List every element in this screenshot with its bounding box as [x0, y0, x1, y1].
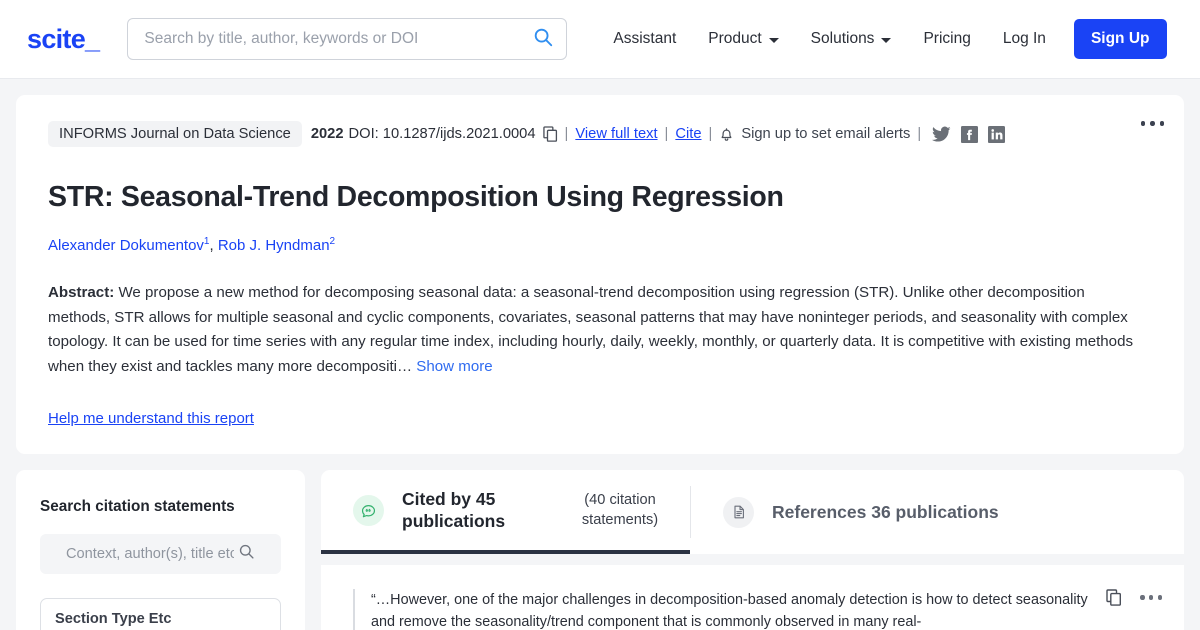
chevron-down-icon [768, 38, 779, 43]
main-nav: Assistant Product Solutions Pricing Log … [597, 19, 1167, 59]
tab-cited-by-sublabel: (40 citation statements) [581, 492, 659, 528]
nav-label: Pricing [923, 30, 971, 47]
citation-statement-card: “…However, one of the major challenges i… [321, 565, 1184, 630]
statement-more-options-icon[interactable] [1140, 595, 1162, 600]
author-link[interactable]: Rob J. Hyndman [218, 237, 330, 254]
global-search[interactable] [127, 18, 568, 60]
citation-search-box[interactable] [40, 534, 281, 574]
tab-bar: Cited by 45 publications (40 citation st… [321, 470, 1184, 554]
site-header: scite_ Assistant Product Solutions Prici… [0, 0, 1200, 79]
separator: | [708, 126, 713, 142]
chevron-down-icon [881, 38, 892, 43]
abstract-label: Abstract: [48, 284, 115, 301]
nav-item-login[interactable]: Log In [987, 30, 1062, 48]
document-icon [723, 496, 754, 528]
help-understand-report-link[interactable]: Help me understand this report [48, 410, 254, 427]
page-body: INFORMS Journal on Data Science 2022 DOI… [0, 79, 1200, 630]
author-link[interactable]: Alexander Dokumentov [48, 237, 204, 254]
abstract-text: We propose a new method for decomposing … [48, 284, 1134, 375]
abstract: Abstract: We propose a new method for de… [48, 281, 1148, 379]
scite-logo[interactable]: scite_ [27, 24, 100, 55]
nav-item-solutions[interactable]: Solutions [795, 30, 908, 48]
sign-up-button[interactable]: Sign Up [1073, 19, 1167, 59]
cite-link[interactable]: Cite [675, 126, 701, 142]
citation-statement-text: “…However, one of the major challenges i… [371, 592, 1088, 630]
citation-search-input[interactable] [66, 546, 234, 562]
tab-cited-by[interactable]: Cited by 45 publications (40 citation st… [321, 470, 690, 554]
social-share-group [932, 125, 1006, 143]
separator: | [664, 126, 669, 142]
paper-card: INFORMS Journal on Data Science 2022 DOI… [16, 95, 1184, 454]
page-title: STR: Seasonal-Trend Decomposition Using … [48, 181, 784, 213]
author-affiliation-marker: 2 [329, 236, 336, 247]
view-full-text-link[interactable]: View full text [575, 126, 657, 142]
copy-icon[interactable] [1106, 589, 1122, 606]
email-alerts-label[interactable]: Sign up to set email alerts [741, 126, 910, 142]
search-icon[interactable] [532, 26, 554, 53]
section-type-filter-label: Section Type Etc [55, 611, 172, 627]
citation-bubble-icon [353, 494, 384, 526]
nav-label: Log In [1002, 30, 1046, 47]
quote-bar [353, 589, 355, 630]
linkedin-icon[interactable] [988, 125, 1006, 143]
facebook-icon[interactable] [961, 125, 979, 143]
publication-year: 2022 [310, 126, 344, 142]
citation-search-sidebar: Search citation statements Section Type … [16, 470, 305, 630]
search-icon[interactable] [238, 543, 255, 565]
journal-name: INFORMS Journal on Data Science [48, 121, 302, 147]
lower-section: Search citation statements Section Type … [16, 470, 1184, 630]
tab-references-label: References 36 publications [772, 502, 999, 522]
nav-label: Solutions [810, 30, 875, 47]
sidebar-heading: Search citation statements [40, 498, 235, 515]
paper-metadata-bar: INFORMS Journal on Data Science 2022 DOI… [48, 121, 1156, 147]
tab-cited-by-label: Cited by 45 publications [402, 489, 506, 531]
nav-label: Product [708, 30, 762, 47]
search-input[interactable] [144, 30, 533, 48]
show-more-link[interactable]: Show more [416, 358, 492, 375]
nav-item-pricing[interactable]: Pricing [907, 30, 986, 48]
tab-references[interactable]: References 36 publications [691, 470, 1021, 554]
separator: | [917, 126, 922, 142]
citations-panel: Cited by 45 publications (40 citation st… [321, 470, 1184, 630]
nav-item-product[interactable]: Product [692, 30, 794, 48]
paper-more-options-icon[interactable] [1140, 121, 1164, 126]
nav-label: Assistant [613, 30, 677, 47]
statement-actions [1106, 589, 1162, 606]
nav-item-assistant[interactable]: Assistant [597, 30, 692, 48]
citation-statement-row: “…However, one of the major challenges i… [353, 589, 1162, 630]
bell-icon[interactable] [719, 126, 734, 142]
section-type-filter[interactable]: Section Type Etc [40, 598, 281, 630]
author-list: Alexander Dokumentov1, Rob J. Hyndman2 [48, 236, 336, 254]
doi-text: DOI: 10.1287/ijds.2021.0004 [348, 126, 536, 142]
copy-doi-icon[interactable] [542, 126, 558, 142]
twitter-icon[interactable] [932, 126, 951, 143]
separator: | [564, 126, 569, 142]
